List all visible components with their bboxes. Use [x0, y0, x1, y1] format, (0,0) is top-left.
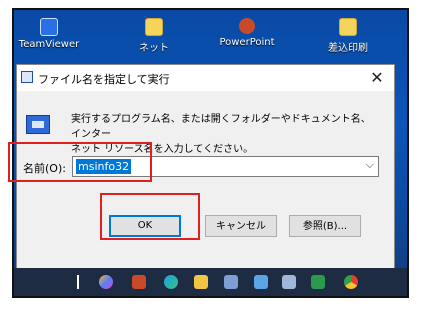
task-view-icon[interactable] [77, 275, 79, 289]
run-icon [26, 115, 50, 134]
desktop-icon-label: ネット [139, 43, 169, 54]
desktop-icon-merge-print[interactable]: 差込印刷 [313, 18, 383, 54]
desktop-icon-powerpoint[interactable]: PowerPoint [212, 18, 282, 48]
chevron-down-icon[interactable]: ⌵ [366, 158, 374, 172]
cancel-button[interactable]: キャンセル [205, 215, 277, 237]
photos-icon[interactable] [254, 275, 268, 289]
desktop-icon-net[interactable]: ネット [119, 18, 189, 54]
explorer-icon[interactable] [194, 275, 208, 289]
excel-icon[interactable] [311, 275, 325, 289]
run-icon [21, 71, 33, 83]
folder-icon [145, 18, 163, 36]
folder-icon [339, 18, 357, 36]
dialog-title: ファイル名を指定して実行 [38, 73, 170, 86]
highlight-ok-button [100, 193, 200, 240]
store-icon[interactable] [224, 275, 238, 289]
powerpoint-icon [239, 18, 255, 34]
close-button[interactable]: ✕ [366, 67, 388, 89]
browse-button[interactable]: 参照(B)... [289, 215, 361, 237]
desktop-icon-label: PowerPoint [219, 37, 275, 48]
desktop-icon-label: TeamViewer [18, 39, 80, 50]
powerpoint-icon[interactable] [132, 275, 146, 289]
taskbar [14, 268, 407, 296]
edge-icon[interactable] [164, 275, 178, 289]
desktop-icon-label: 差込印刷 [328, 43, 368, 54]
app-icon[interactable] [282, 275, 296, 289]
description-line: 実行するプログラム名、または開くフォルダーやドキュメント名、インター [71, 114, 371, 140]
teamviewer-icon [40, 18, 58, 36]
title-bar: ファイル名を指定して実行 ✕ [17, 65, 394, 91]
highlight-name-field [8, 142, 152, 182]
desktop-icon-teamviewer[interactable]: TeamViewer [14, 18, 84, 50]
copilot-icon[interactable] [99, 275, 113, 289]
chrome-icon[interactable] [344, 275, 358, 289]
